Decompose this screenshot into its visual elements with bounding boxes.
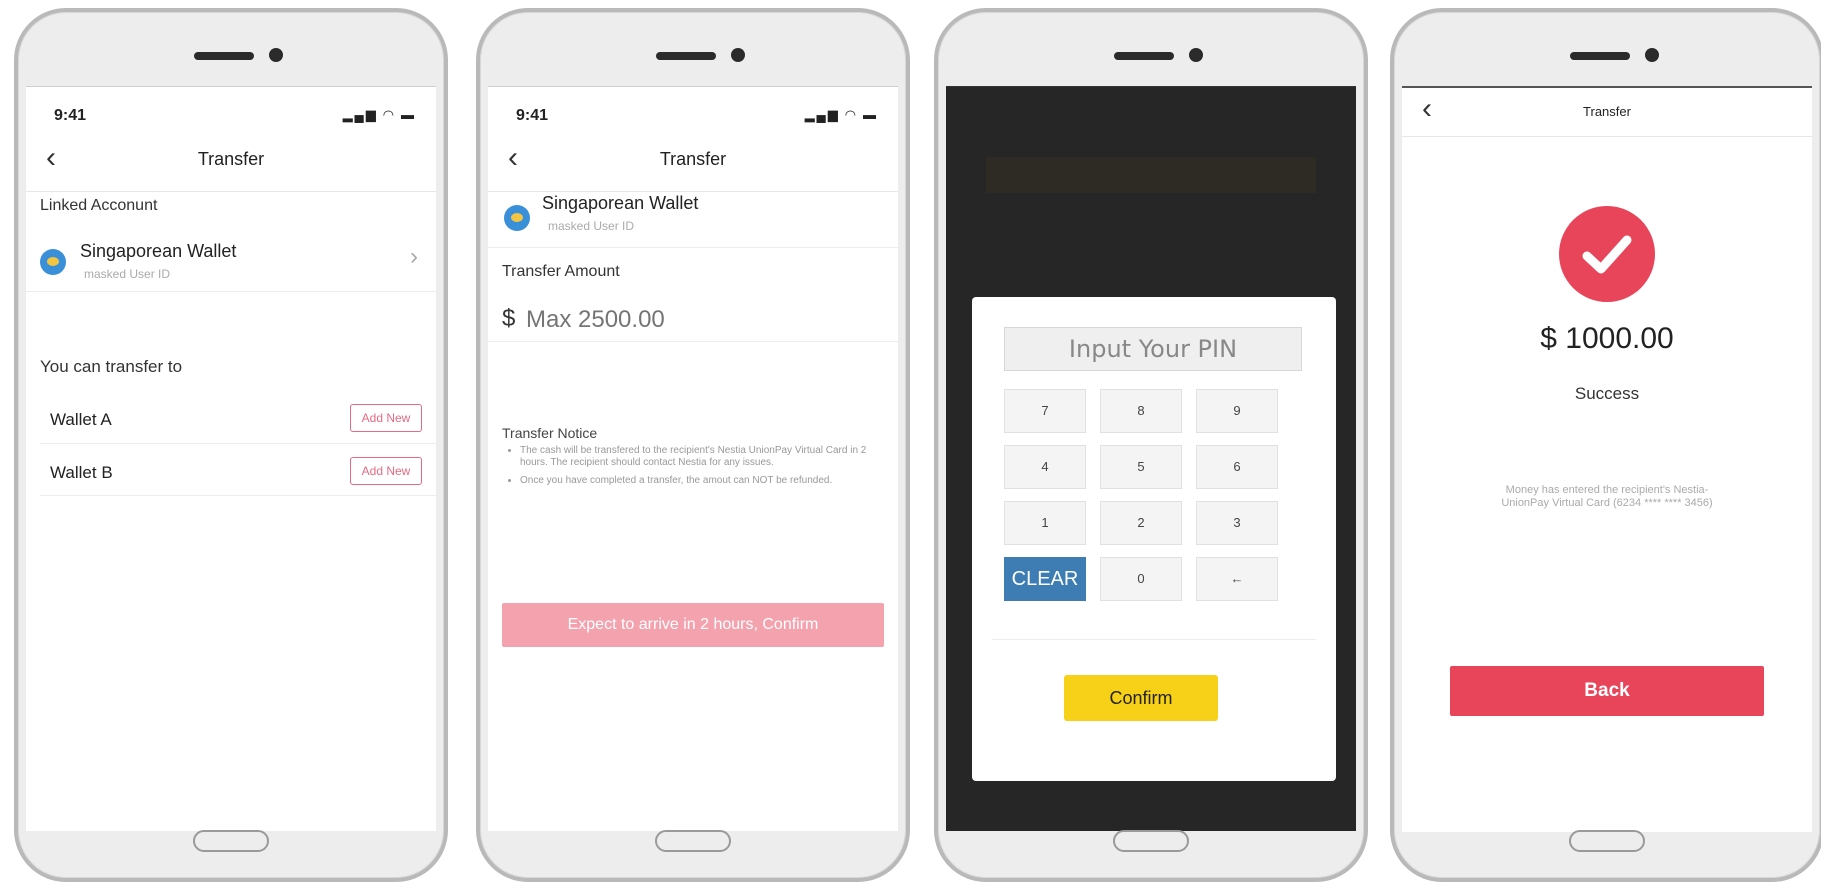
speaker-grille (656, 52, 716, 60)
home-button[interactable] (1569, 830, 1645, 852)
divider (488, 247, 898, 248)
success-status: Success (1574, 384, 1640, 403)
home-button[interactable] (655, 830, 731, 852)
digit-key-8[interactable]: 8 (1100, 389, 1182, 433)
wallet-bird-icon (504, 205, 530, 231)
divider (40, 495, 436, 496)
phone-frame-1: 9:41 ▂▄▆ ◠ ▬ ‹ Transfer Linked Acconunt … (14, 8, 448, 882)
notice-title: Transfer Notice (502, 425, 598, 441)
status-bar: 9:41 ▂▄▆ ◠ ▬ (54, 107, 416, 125)
wallet-a-name: Wallet A (50, 410, 112, 429)
speaker-grille (1570, 52, 1630, 60)
add-new-button-b[interactable]: Add New (350, 457, 422, 485)
divider (40, 443, 436, 444)
nav-bar: ‹ Transfer (488, 131, 898, 192)
digit-key-3[interactable]: 3 (1196, 501, 1278, 545)
wallet-user-id: masked User ID (84, 267, 171, 281)
divider (992, 639, 1316, 640)
digit-key-7[interactable]: 7 (1004, 389, 1086, 433)
status-icons: ▂▄▆ ◠ ▬ (342, 107, 416, 122)
notice-item: Once you have completed a transfer, the … (520, 475, 880, 487)
front-camera (1645, 48, 1659, 62)
wallet-user-id: masked User ID (548, 219, 635, 233)
speaker-grille (194, 52, 254, 60)
status-time: 9:41 (54, 107, 87, 124)
success-message: Money has entered the recipient's Nestia… (1501, 484, 1713, 509)
status-bar: 9:41 ▂▄▆ ◠ ▬ (516, 107, 878, 125)
chevron-right-icon: › (410, 243, 418, 270)
back-button[interactable]: Back (1450, 666, 1764, 716)
amount-input[interactable] (524, 301, 828, 339)
add-new-button-a[interactable]: Add New (350, 404, 422, 432)
linked-account-label: Linked Acconunt (40, 197, 158, 214)
wallet-name: Singaporean Wallet (542, 193, 699, 213)
currency-symbol: $ (502, 305, 516, 332)
digit-key-0[interactable]: 0 (1100, 557, 1182, 601)
wallet-a-row: Wallet A Add New (26, 392, 436, 444)
notice-list: The cash will be transfered to the recip… (504, 445, 880, 487)
digit-key-5[interactable]: 5 (1100, 445, 1182, 489)
transfer-select-screen: 9:41 ▂▄▆ ◠ ▬ ‹ Transfer Linked Acconunt … (26, 86, 436, 831)
wallet-b-name: Wallet B (50, 463, 113, 482)
speaker-grille (1114, 52, 1174, 60)
page-title: Transfer (659, 149, 727, 169)
digit-key-4[interactable]: 4 (1004, 445, 1086, 489)
confirm-button[interactable]: Confirm (1064, 675, 1218, 721)
digit-key-9[interactable]: 9 (1196, 389, 1278, 433)
linked-wallet-row[interactable]: Singaporean Wallet masked User ID › (26, 227, 436, 287)
success-check-icon (1559, 206, 1655, 302)
transfer-amount-label: Transfer Amount (502, 263, 620, 280)
transfer-success-screen: ‹ Transfer $ 1000.00 Success Money has e… (1402, 86, 1812, 832)
front-camera (731, 48, 745, 62)
transfer-amount: $ 1000.00 (1540, 322, 1674, 355)
divider (26, 291, 436, 292)
digit-key-6[interactable]: 6 (1196, 445, 1278, 489)
home-button[interactable] (1113, 830, 1189, 852)
clear-key[interactable]: CLEAR (1004, 557, 1086, 601)
transfer-amount-screen: 9:41 ▂▄▆ ◠ ▬ ‹ Transfer Singaporean Wall… (488, 86, 898, 831)
phone-frame-4: ‹ Transfer $ 1000.00 Success Money has e… (1390, 8, 1821, 882)
pin-dialog: Input Your PIN 7 8 9 4 5 6 1 2 3 CLEAR 0 ← Confirm (972, 297, 1336, 781)
phone-frame-3: Input Your PIN 7 8 9 4 5 6 1 2 3 CLEAR 0 ← Confirm (934, 8, 1368, 882)
pin-input-field[interactable]: Input Your PIN (1004, 327, 1302, 371)
backspace-key[interactable]: ← (1196, 557, 1278, 601)
status-time: 9:41 (516, 107, 549, 124)
confirm-transfer-button[interactable]: Expect to arrive in 2 hours, Confirm (502, 603, 884, 647)
digit-key-1[interactable]: 1 (1004, 501, 1086, 545)
front-camera (269, 48, 283, 62)
pin-entry-screen: Input Your PIN 7 8 9 4 5 6 1 2 3 CLEAR 0 ← Confirm (946, 86, 1356, 831)
digit-key-2[interactable]: 2 (1100, 501, 1182, 545)
dimmed-content (986, 157, 1316, 193)
wallet-name: Singaporean Wallet (80, 241, 237, 261)
page-title: Transfer (197, 149, 265, 169)
transfer-to-label: You can transfer to (40, 357, 183, 376)
phone-frame-2: 9:41 ▂▄▆ ◠ ▬ ‹ Transfer Singaporean Wall… (476, 8, 910, 882)
front-camera (1189, 48, 1203, 62)
home-button[interactable] (193, 830, 269, 852)
divider (488, 341, 898, 342)
page-title: Transfer (1583, 104, 1631, 119)
wallet-bird-icon (40, 249, 66, 275)
wallet-b-row: Wallet B Add New (26, 445, 436, 497)
nav-bar: ‹ Transfer (1402, 88, 1812, 137)
checkmark-icon (1582, 235, 1632, 274)
status-icons: ▂▄▆ ◠ ▬ (804, 107, 878, 122)
nav-bar: ‹ Transfer (26, 131, 436, 192)
notice-item: The cash will be transfered to the recip… (520, 445, 880, 469)
